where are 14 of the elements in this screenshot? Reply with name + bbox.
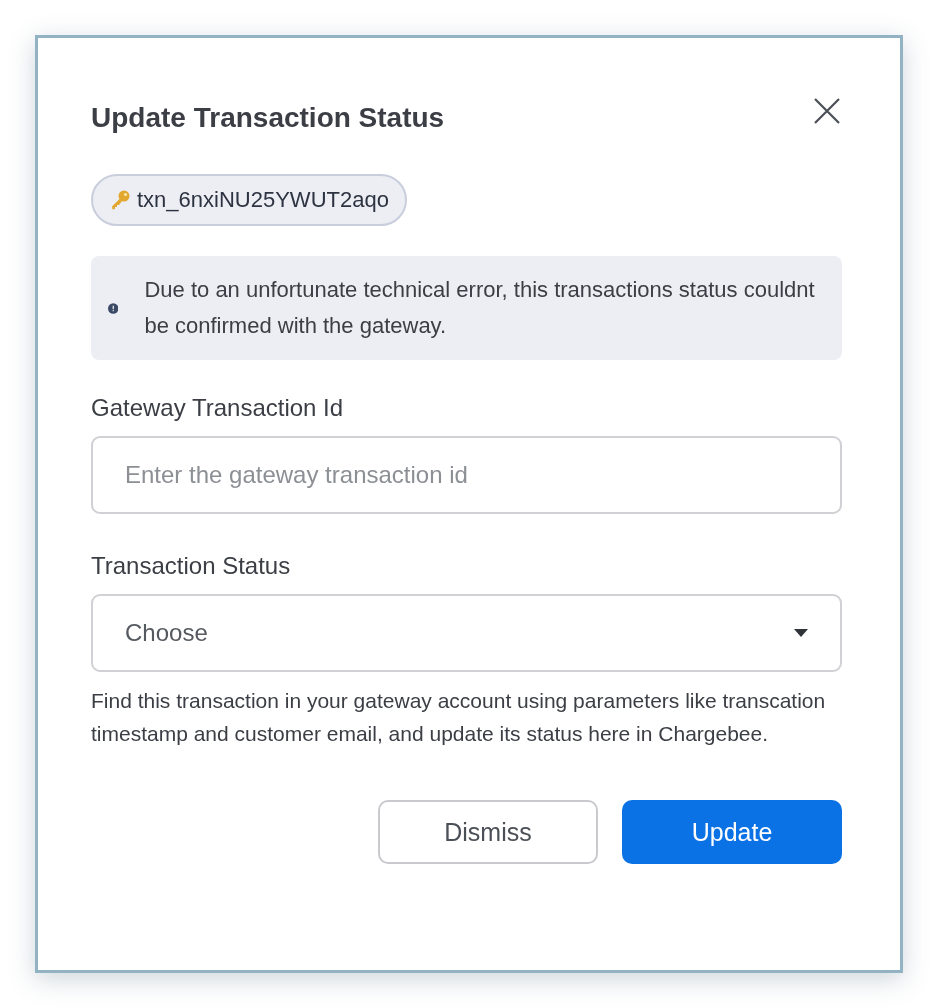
help-text: Find this transaction in your gateway account using parameters like transcation timestamp and customer email, and update its status here in Chargebee. — [91, 688, 827, 747]
close-icon[interactable] — [814, 98, 840, 124]
caret-icon — [794, 629, 808, 637]
update-button[interactable]: Update — [622, 800, 842, 864]
alert-icon — [108, 300, 119, 316]
field-label: Transaction Status — [91, 552, 292, 580]
input-field[interactable]: Enter the gateway transaction id — [91, 436, 842, 514]
dialog-title: Update Transaction Status — [91, 102, 445, 134]
select-field[interactable]: Choose — [91, 594, 842, 672]
field-label: Gateway Transaction Id — [91, 394, 345, 422]
alert-message: Due to an unfortunate technical error, this transactions status couldnt be confirmed with the gateway. — [144, 276, 816, 340]
dismiss-button[interactable]: Dismiss — [378, 800, 598, 864]
transaction-id: txn_6nxiNU25YWUT2aqo — [137, 187, 389, 213]
key-icon — [109, 189, 131, 211]
